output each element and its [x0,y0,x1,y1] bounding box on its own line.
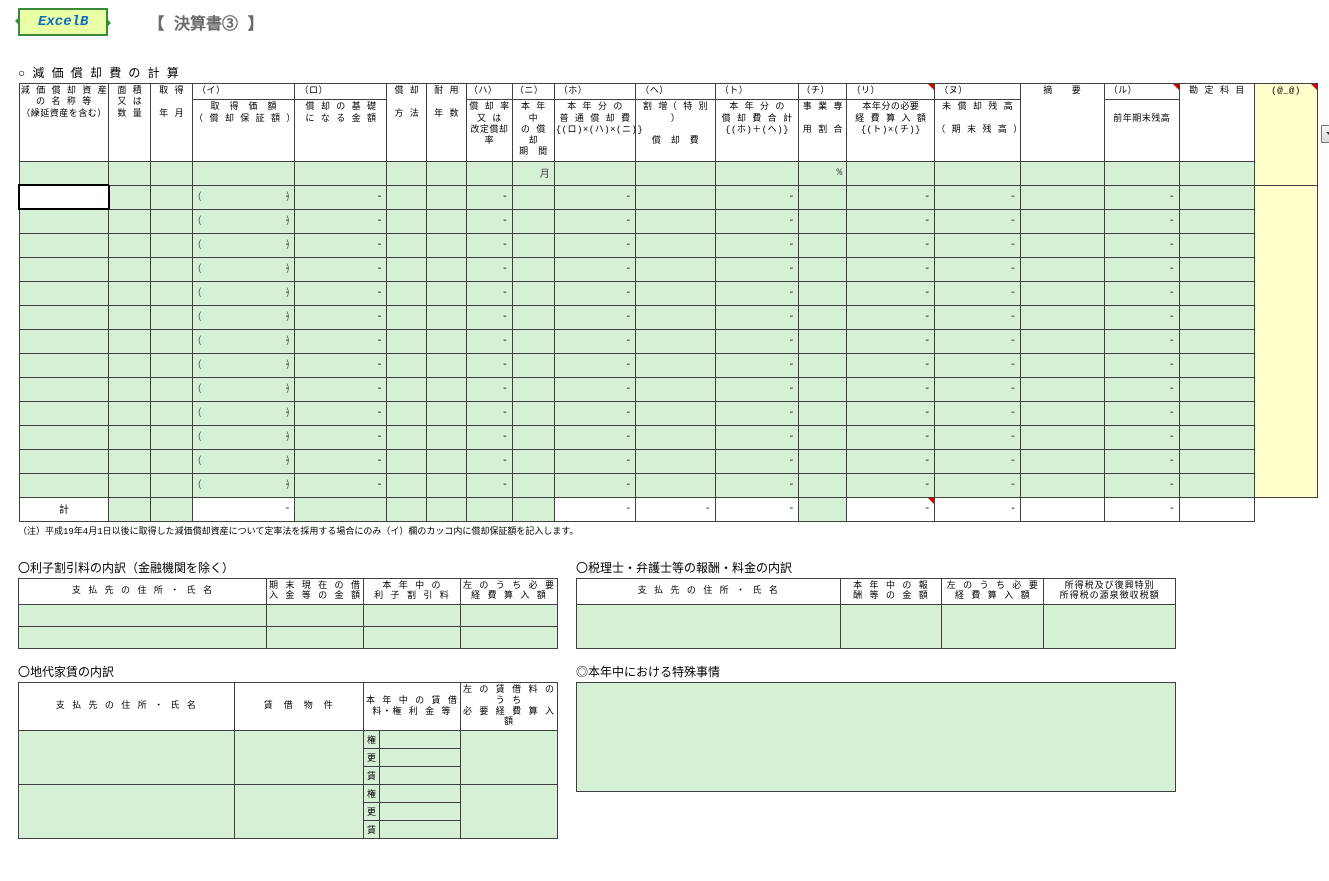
table-row[interactable]: -------- [19,425,1318,449]
footnote: （注）平成19年4月1日以後に取得した減価償却資産について定率法を採用する場合に… [18,524,1321,537]
table-row[interactable]: -------- [19,281,1318,305]
table-row[interactable]: 権 [19,731,558,749]
table-row[interactable] [577,605,1176,649]
top-bar: ExcelB 【 決算書③ 】 [18,8,1321,36]
section2-title: 〇利子割引料の内訳（金融機関を除く） [18,559,558,576]
table-row[interactable]: 権 [19,785,558,803]
section4-title: 〇地代家賃の内訳 [18,663,558,680]
table-row[interactable] [19,605,558,627]
page-title: 【 決算書③ 】 [148,10,263,34]
table-row[interactable]: -------- [19,209,1318,233]
face-cell[interactable]: (@_@) [1255,84,1318,186]
table-row[interactable]: -------- [19,449,1318,473]
section1-title: ○ 減 価 償 却 費 の 計 算 [18,64,1321,81]
table-row[interactable]: -------- [19,185,1318,209]
table-row[interactable]: -------- [19,401,1318,425]
rent-table: 支 払 先 の 住 所 ・ 氏 名 賃 借 物 件 本 年 中 の 賃 借料・権… [18,682,558,839]
section5-title: ◎本年中における特殊事情 [576,663,1176,680]
excel-badge[interactable]: ExcelB [18,8,108,36]
table-header: 減 価 償 却 資 産の 名 称 等（繰延資産を含む） 面 積又 は数 量 取 … [19,84,1318,186]
special-circumstances-box[interactable] [576,682,1176,792]
table-row[interactable] [19,627,558,649]
section3-title: 〇税理士・弁護士等の報酬・料金の内訳 [576,559,1176,576]
table-row[interactable]: -------- [19,353,1318,377]
table-row[interactable]: -------- [19,473,1318,497]
interest-table: 支 払 先 の 住 所 ・ 氏 名 期 末 現 在 の 借入 金 等 の 金 額… [18,578,558,650]
table-row[interactable]: -------- [19,257,1318,281]
depreciation-table: 減 価 償 却 資 産の 名 称 等（繰延資産を含む） 面 積又 は数 量 取 … [18,83,1318,522]
table-row[interactable]: -------- [19,377,1318,401]
table-row[interactable]: -------- [19,329,1318,353]
fees-table: 支 払 先 の 住 所 ・ 氏 名 本 年 中 の 報酬 等 の 金 額 左 の… [576,578,1176,650]
total-row: 計 - - - - - - - [19,497,1318,521]
table-row[interactable]: -------- [19,305,1318,329]
table-row[interactable]: -------- [19,233,1318,257]
chevron-down-icon[interactable] [1321,125,1329,143]
